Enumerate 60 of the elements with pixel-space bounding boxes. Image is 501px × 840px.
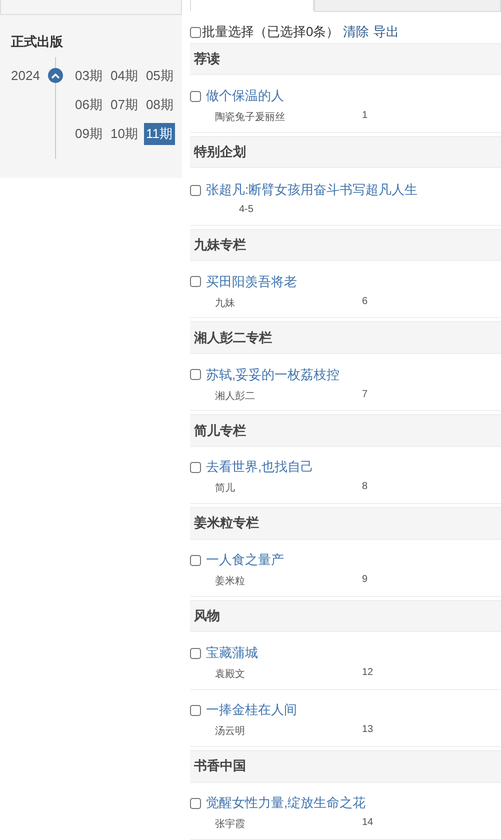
article-author: 湘人彭二 — [215, 390, 256, 403]
issue-link[interactable]: 10期 — [108, 123, 140, 145]
year-label: 2024 — [11, 67, 41, 85]
chevron-icon — [51, 72, 60, 78]
section-title: 风物 — [194, 607, 220, 626]
page-number: 8 — [362, 481, 368, 494]
page-number: 14 — [362, 817, 374, 830]
article-link[interactable]: 做个保温的人 — [206, 87, 284, 106]
issue-link[interactable]: 07期 — [108, 94, 140, 116]
section-title: 荐读 — [194, 50, 220, 68]
issue-link[interactable]: 11期 — [144, 123, 176, 145]
issue-link[interactable]: 05期 — [144, 65, 176, 87]
action-link[interactable]: 清除 — [343, 23, 370, 41]
page-number: 1 — [362, 110, 368, 124]
article-checkbox[interactable] — [190, 554, 201, 566]
article-link[interactable]: 买田阳羡吾将老 — [206, 272, 297, 291]
page-number: 13 — [362, 724, 374, 738]
issue-link[interactable]: 09期 — [73, 123, 104, 145]
issue-link[interactable]: 08期 — [144, 94, 176, 116]
article-checkbox[interactable] — [190, 704, 201, 716]
article-link[interactable]: 去看世界,也找自己 — [206, 458, 314, 476]
article-author: 九妹 — [215, 296, 236, 310]
collapse-button[interactable] — [48, 68, 63, 83]
sidebar-heading: 正式出版 — [11, 33, 64, 51]
section-title: 简儿专栏 — [194, 422, 246, 440]
article-author: 姜米粒 — [215, 574, 246, 588]
page-number: 4-5 — [239, 204, 254, 216]
article-checkbox[interactable] — [190, 648, 201, 659]
select-all-checkbox[interactable] — [190, 26, 201, 38]
article-checkbox[interactable] — [190, 276, 201, 288]
section-title: 湘人彭二专栏 — [194, 328, 272, 347]
article-link[interactable]: 一捧金桂在人间 — [206, 701, 297, 720]
section-title: 书香中国 — [194, 757, 246, 776]
article-author: 张宇霞 — [215, 818, 246, 832]
article-checkbox[interactable] — [190, 369, 201, 380]
article-link[interactable]: 宝藏蒲城 — [206, 644, 258, 662]
page-number: 7 — [362, 388, 368, 402]
section-title: 九妹专栏 — [194, 236, 246, 254]
article-author: 陶瓷兔子爰丽丝 — [215, 110, 286, 124]
article-link[interactable]: 苏轼,妥妥的一枚荔枝控 — [206, 366, 340, 384]
action-link[interactable]: 导出 — [373, 23, 400, 41]
issue-link[interactable]: 06期 — [73, 94, 104, 116]
page-number: 12 — [362, 667, 374, 680]
article-author: 汤云明 — [215, 725, 246, 738]
article-checkbox[interactable] — [190, 462, 201, 473]
section-title: 特别企划 — [194, 143, 246, 162]
article-checkbox[interactable] — [190, 798, 201, 809]
issue-link[interactable]: 03期 — [73, 65, 104, 87]
batch-select-label: 批量选择（已选择0条） — [202, 23, 340, 41]
article-link[interactable]: 觉醒女性力量,绽放生命之花 — [206, 794, 366, 812]
article-checkbox[interactable] — [190, 184, 201, 196]
section-title: 姜米粒专栏 — [194, 514, 259, 532]
article-link[interactable]: 张超凡:断臂女孩用奋斗书写超凡人生 — [206, 181, 418, 200]
page-number: 6 — [362, 296, 368, 309]
article-author: 袁殿文 — [215, 668, 246, 682]
article-link[interactable]: 一人食之量产 — [206, 551, 284, 570]
issue-link[interactable]: 04期 — [108, 65, 140, 87]
page-number: 9 — [362, 574, 368, 588]
article-checkbox[interactable] — [190, 90, 201, 102]
article-author: 简儿 — [215, 482, 236, 496]
